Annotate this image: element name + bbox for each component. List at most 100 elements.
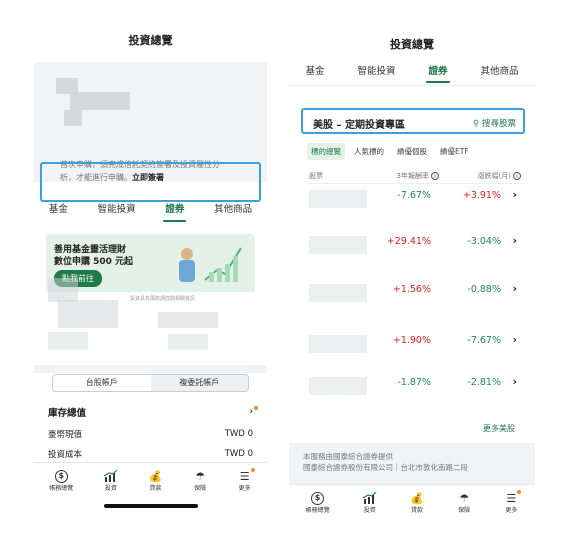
right-screen: 投資總覽 基金 智能投資 證券 其他商品 美股 – 定期投資專區 ⚲ 搜尋股票 … — [289, 30, 535, 520]
row-label: 臺幣現值 — [48, 430, 83, 440]
table-row[interactable]: -1.87% -2.81% › — [309, 371, 523, 411]
return-3y: -7.67% — [397, 190, 431, 201]
header-change-label: 漲跌幅(月) — [477, 172, 511, 180]
chip-popular[interactable]: 人氣標的 — [350, 143, 388, 160]
twd-value-row: 臺幣現值 TWD 0 — [34, 424, 267, 444]
menu-list-icon: ☰ — [506, 491, 517, 505]
nav-label: 貸款 — [410, 507, 423, 514]
nav-label: 投資 — [104, 485, 117, 492]
inventory-total-label: 庫存總值 — [48, 408, 87, 419]
monthly-change: +3.91% — [462, 190, 501, 201]
chevron-right-icon[interactable]: › — [512, 188, 517, 201]
row-label: 投資成本 — [48, 450, 83, 460]
nav-label: 貸款 — [149, 485, 162, 492]
nav-label: 帳務總覽 — [305, 507, 330, 514]
blurred-stock-name — [309, 190, 367, 208]
tab-fund[interactable]: 基金 — [301, 58, 328, 85]
filter-chips: 標的總覽 人氣標的 績優個股 績優ETF — [307, 143, 473, 160]
menu-list-icon: ☰ — [239, 469, 250, 483]
provider-line2: 國泰綜合證券股份有限公司｜台北市敦化南路二段 — [303, 463, 468, 472]
tab-securities[interactable]: 證券 — [424, 58, 451, 85]
monthly-change: -3.04% — [467, 236, 501, 247]
monthly-change: -0.88% — [467, 284, 501, 295]
header-3y-return-label: 3年報酬率 — [396, 172, 429, 180]
chevron-right-icon[interactable]: › — [512, 234, 517, 247]
return-3y: -1.87% — [397, 377, 431, 388]
umbrella-icon: ☂ — [195, 469, 206, 483]
banner-subline: 數位申購 500 元起 — [54, 257, 134, 267]
chart-bars-icon — [103, 469, 118, 483]
nav-invest[interactable]: 投資 — [103, 469, 118, 492]
tab-sub-brokerage-account[interactable]: 複委託帳戶 — [150, 375, 248, 391]
monthly-change: -7.67% — [467, 335, 501, 346]
return-3y: +1.56% — [392, 284, 431, 295]
chart-bars-icon — [362, 491, 377, 505]
nav-label: 更多 — [238, 485, 251, 492]
money-bag-icon: 💰 — [410, 491, 424, 505]
tab-robo-invest[interactable]: 智能投資 — [353, 58, 399, 85]
product-tabs: 基金 智能投資 證券 其他商品 — [289, 58, 535, 86]
nav-loans[interactable]: 💰 貸款 — [148, 469, 163, 493]
chevron-right-icon[interactable]: › — [249, 406, 258, 417]
provider-notice: 本服務由國泰綜合證券提供 國泰綜合證券股份有限公司｜台北市敦化南路二段 — [289, 443, 535, 488]
blurred-content — [70, 92, 130, 110]
table-row[interactable]: -7.67% +3.91% › — [309, 183, 523, 223]
return-3y: +29.41% — [386, 236, 431, 247]
umbrella-icon: ☂ — [459, 491, 470, 505]
table-row[interactable]: +1.56% -0.88% › — [309, 278, 523, 318]
header-3y-return: 3年報酬率 i — [397, 171, 439, 181]
blurred-stock-name — [309, 377, 367, 395]
info-icon[interactable]: i — [513, 172, 521, 180]
nav-more[interactable]: ☰ 更多 — [504, 490, 522, 514]
tab-tw-account[interactable]: 台股帳戶 — [53, 375, 151, 391]
home-indicator — [104, 504, 198, 508]
nav-label: 投資 — [363, 507, 376, 514]
inventory-total-row[interactable]: 庫存總值 › — [34, 402, 267, 422]
divider — [34, 365, 267, 373]
header-stock: 股票 — [309, 172, 323, 180]
table-header: 股票 3年報酬率 i 漲跌幅(月) i — [309, 171, 523, 181]
blurred-content — [64, 110, 82, 126]
highlight-zone-box — [301, 108, 525, 134]
return-3y: +1.90% — [392, 335, 431, 346]
more-us-stocks-link[interactable]: 更多美股 — [483, 423, 515, 434]
page-title: 投資總覽 — [128, 34, 173, 47]
monthly-change: -2.81% — [467, 377, 501, 388]
blurred-stock-name — [309, 335, 367, 353]
nav-accounts[interactable]: $ 帳務總覽 — [49, 469, 73, 492]
tab-other-products[interactable]: 其他商品 — [476, 58, 522, 85]
info-icon[interactable]: i — [431, 172, 439, 180]
table-row[interactable]: +1.90% -7.67% › — [309, 329, 523, 369]
nav-invest[interactable]: 投資 — [362, 491, 377, 514]
dollar-coin-icon: $ — [311, 491, 325, 505]
blurred-area — [48, 278, 253, 358]
row-value: TWD 0 — [224, 449, 253, 459]
nav-more[interactable]: ☰ 更多 — [238, 468, 255, 492]
chevron-right-icon[interactable]: › — [512, 282, 517, 295]
left-screen: 投資總覽 首次申購，須完成信託契約簽署及投資屬性分 析，才能進行申購。立即簽署 … — [34, 30, 267, 520]
chip-top-etf[interactable]: 績優ETF — [436, 143, 473, 160]
blurred-stock-name — [309, 284, 367, 302]
nav-label: 帳務總覽 — [49, 485, 74, 492]
blurred-stock-name — [309, 236, 367, 254]
highlight-tabs-box — [40, 162, 261, 202]
bottom-nav: $ 帳務總覽 投資 💰 貸款 ☂ 保險 ☰ 更多 — [34, 462, 267, 498]
nav-label: 更多 — [505, 507, 518, 514]
provider-line1: 本服務由國泰綜合證券提供 — [303, 452, 393, 461]
nav-insurance[interactable]: ☂ 保險 — [193, 469, 207, 493]
chevron-right-icon[interactable]: › — [512, 375, 517, 388]
nav-label: 保險 — [458, 507, 471, 514]
page-title: 投資總覽 — [390, 38, 434, 51]
money-bag-icon: 💰 — [148, 469, 163, 483]
table-row[interactable]: +29.41% -3.04% › — [309, 230, 523, 270]
account-switch: 台股帳戶 複委託帳戶 — [52, 374, 249, 392]
nav-insurance[interactable]: ☂ 保險 — [457, 491, 471, 515]
cost-row: 投資成本 TWD 0 — [34, 444, 267, 464]
chevron-right-icon[interactable]: › — [512, 333, 517, 346]
row-value: TWD 0 — [224, 429, 253, 439]
chip-top-stocks[interactable]: 績優個股 — [393, 143, 431, 160]
nav-loans[interactable]: 💰 貸款 — [410, 491, 424, 515]
nav-accounts[interactable]: $ 帳務總覽 — [306, 491, 330, 514]
header-monthly-change: 漲跌幅(月) i — [478, 171, 521, 181]
chip-overview[interactable]: 標的總覽 — [307, 143, 345, 160]
